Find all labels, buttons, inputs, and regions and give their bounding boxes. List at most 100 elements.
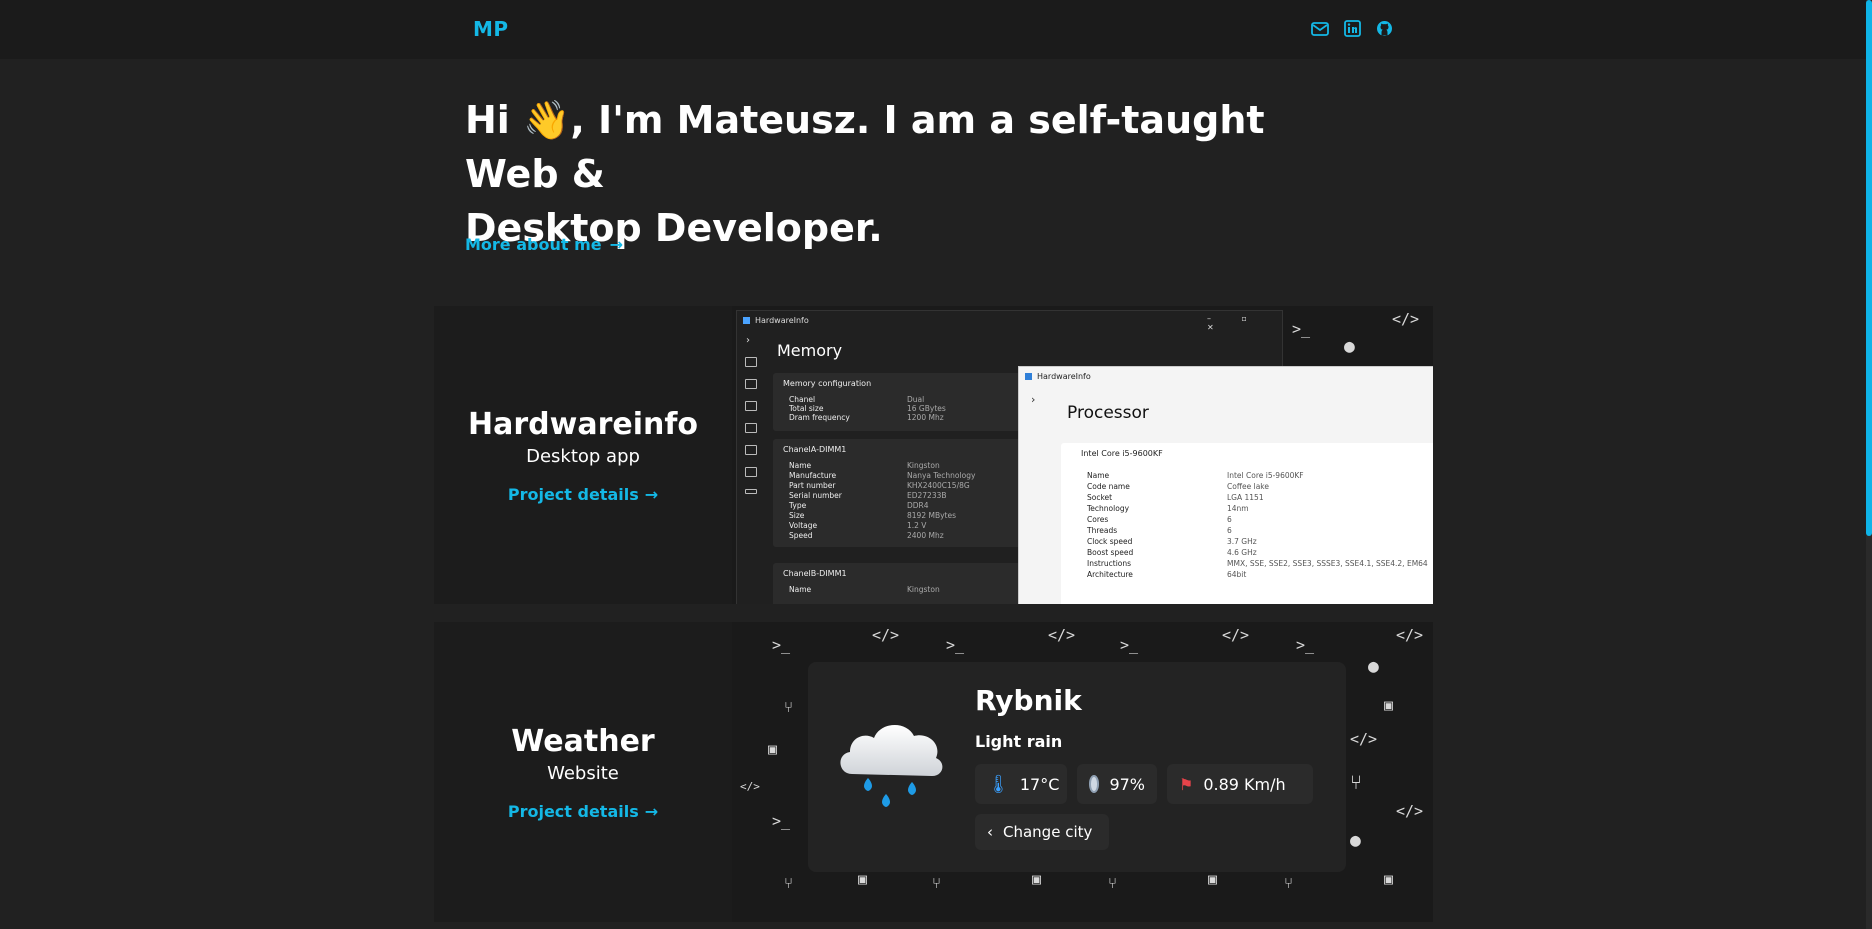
code-tag-icon: </> <box>740 780 760 793</box>
windsock-icon: ⚑ <box>1179 774 1194 794</box>
monitor-icon <box>745 467 757 477</box>
kv-row: Architecture 64bit <box>1087 570 1247 579</box>
disk-icon <box>745 489 757 494</box>
kv-row: Cores 6 <box>1087 515 1232 524</box>
kv-row: Manufacture Nanya Technology <box>789 471 976 480</box>
section-heading: ChanelB-DIMM1 <box>783 569 847 578</box>
page-title: Memory <box>777 341 843 360</box>
terminal-icon: >_ <box>1120 636 1139 654</box>
section-heading: ChanelA-DIMM1 <box>783 445 847 454</box>
html5-icon: ▣ <box>1384 696 1394 714</box>
wind-value: 0.89 Km/h <box>1203 774 1286 794</box>
project-card-weather: Weather Website Project details → >_ </>… <box>434 622 1433 922</box>
code-tag-icon: </> <box>1350 730 1378 748</box>
terminal-icon: >_ <box>1292 320 1311 338</box>
temperature-value: 17°C <box>1019 774 1060 794</box>
mail-icon[interactable] <box>1311 21 1329 37</box>
more-about-me-label: More about me <box>465 235 602 254</box>
github-pattern-icon: ● <box>1344 336 1355 357</box>
kv-row: Speed 2400 Mhz <box>789 531 944 540</box>
nav-sidebar: › <box>737 331 765 604</box>
code-tag-icon: </> <box>872 626 900 644</box>
code-tag-icon: </> <box>1396 626 1424 644</box>
project-title: Hardwareinfo <box>467 406 699 442</box>
city-name: Rybnik <box>975 684 1082 717</box>
git-branch-icon: ⑂ <box>1108 874 1118 892</box>
git-branch-icon: ⑂ <box>932 874 942 892</box>
terminal-icon: >_ <box>772 636 791 654</box>
github-icon[interactable] <box>1376 20 1393 37</box>
thermometer-icon: 🌡 <box>987 773 1010 795</box>
more-about-me-link[interactable]: More about me → <box>465 235 623 254</box>
page-scrollbar[interactable] <box>1866 0 1872 929</box>
project-subtitle: Desktop app <box>526 445 640 467</box>
project-subtitle: Website <box>547 762 619 784</box>
page-title: Processor <box>1067 403 1149 423</box>
terminal-icon: >_ <box>1296 636 1315 654</box>
memory-icon <box>745 423 757 433</box>
kv-row: Socket LGA 1151 <box>1087 493 1264 502</box>
terminal-icon: >_ <box>772 812 791 830</box>
weather-condition: Light rain <box>975 732 1063 751</box>
terminal-icon: >_ <box>946 636 965 654</box>
html5-icon: ▣ <box>1032 870 1042 888</box>
weather-widget: Rybnik Light rain 🌡 17°C 97% ⚑ 0.89 Km/h… <box>808 662 1346 872</box>
project-preview: </> >_ ● HardwareInfo – ▫ ✕ › Memory Mem… <box>732 306 1433 604</box>
project-details-label: Project details <box>507 484 639 504</box>
kv-row: Code name Coffee lake <box>1087 482 1269 491</box>
window-title: HardwareInfo <box>755 315 809 325</box>
window-titlebar: HardwareInfo <box>1019 367 1433 385</box>
code-tag-icon: </> <box>1048 626 1076 644</box>
section-processor: Intel Core i5-9600KF Name Intel Core i5-9… <box>1061 443 1433 604</box>
kv-row: Clock speed 3.7 GHz <box>1087 537 1257 546</box>
chevron-left-icon: ‹ <box>987 823 993 841</box>
site-logo[interactable]: MP <box>473 17 509 41</box>
humidity-chip: 97% <box>1077 764 1157 804</box>
kv-row: Boost speed 4.6 GHz <box>1087 548 1257 557</box>
kv-row: Threads 6 <box>1087 526 1232 535</box>
top-navbar: MP <box>0 0 1868 59</box>
kv-row: Name Kingston <box>789 585 940 594</box>
app-icon <box>743 316 750 324</box>
kv-row: Technology 14nm <box>1087 504 1249 513</box>
kv-row: Part number KHX2400C15/8G <box>789 481 970 490</box>
change-city-button[interactable]: ‹ Change city <box>975 814 1109 850</box>
temperature-chip: 🌡 17°C <box>975 764 1067 804</box>
home-icon <box>745 357 757 367</box>
arrow-right-icon: → <box>644 484 659 504</box>
code-tag-icon: </> <box>1396 802 1424 820</box>
git-branch-icon: ⑂ <box>1284 874 1294 892</box>
arrow-right-icon: → <box>609 235 624 254</box>
board-icon <box>745 445 757 455</box>
git-branch-icon: ⑂ <box>784 698 794 716</box>
linkedin-icon[interactable] <box>1344 20 1361 37</box>
window-title: HardwareInfo <box>1037 371 1091 381</box>
code-tag-icon: </> <box>1222 626 1250 644</box>
humidity-value: 97% <box>1109 774 1145 794</box>
code-tag-icon: </> <box>1392 310 1420 328</box>
change-city-label: Change city <box>1003 823 1093 841</box>
project-details-link[interactable]: Project details → <box>508 802 658 821</box>
project-info: Hardwareinfo Desktop app Project details… <box>434 306 732 604</box>
arrow-right-icon: → <box>644 801 659 821</box>
section-heading: Memory configuration <box>783 379 872 388</box>
project-preview: >_ </> >_ </> >_ </> >_ </> ⑂ ▣ </> >_ ⑂… <box>732 622 1433 922</box>
cpu-heading: Intel Core i5-9600KF <box>1081 449 1163 458</box>
git-branch-icon: ⑂ <box>784 874 794 892</box>
html5-icon: ▣ <box>1384 870 1394 888</box>
kv-row: Chanel Dual <box>789 395 925 404</box>
html5-icon: ▣ <box>1208 870 1218 888</box>
github-pattern-icon: ● <box>1368 656 1379 677</box>
github-pattern-icon: ● <box>1350 830 1361 851</box>
scrollbar-thumb[interactable] <box>1866 0 1872 536</box>
hero-heading: Hi 👋, I'm Mateusz. I am a self-taught We… <box>465 93 1345 255</box>
expand-icon: › <box>1031 393 1036 406</box>
gpu-icon <box>745 401 757 411</box>
git-branch-icon: ⑂ <box>1350 770 1362 794</box>
kv-row: Serial number ED27233B <box>789 491 947 500</box>
hardwareinfo-light-screenshot: HardwareInfo › Processor Intel Core i5-9… <box>1018 366 1433 604</box>
wind-chip: ⚑ 0.89 Km/h <box>1167 764 1313 804</box>
project-details-link[interactable]: Project details → <box>508 485 658 504</box>
app-icon <box>1025 372 1032 380</box>
kv-row: Voltage 1.2 V <box>789 521 927 530</box>
